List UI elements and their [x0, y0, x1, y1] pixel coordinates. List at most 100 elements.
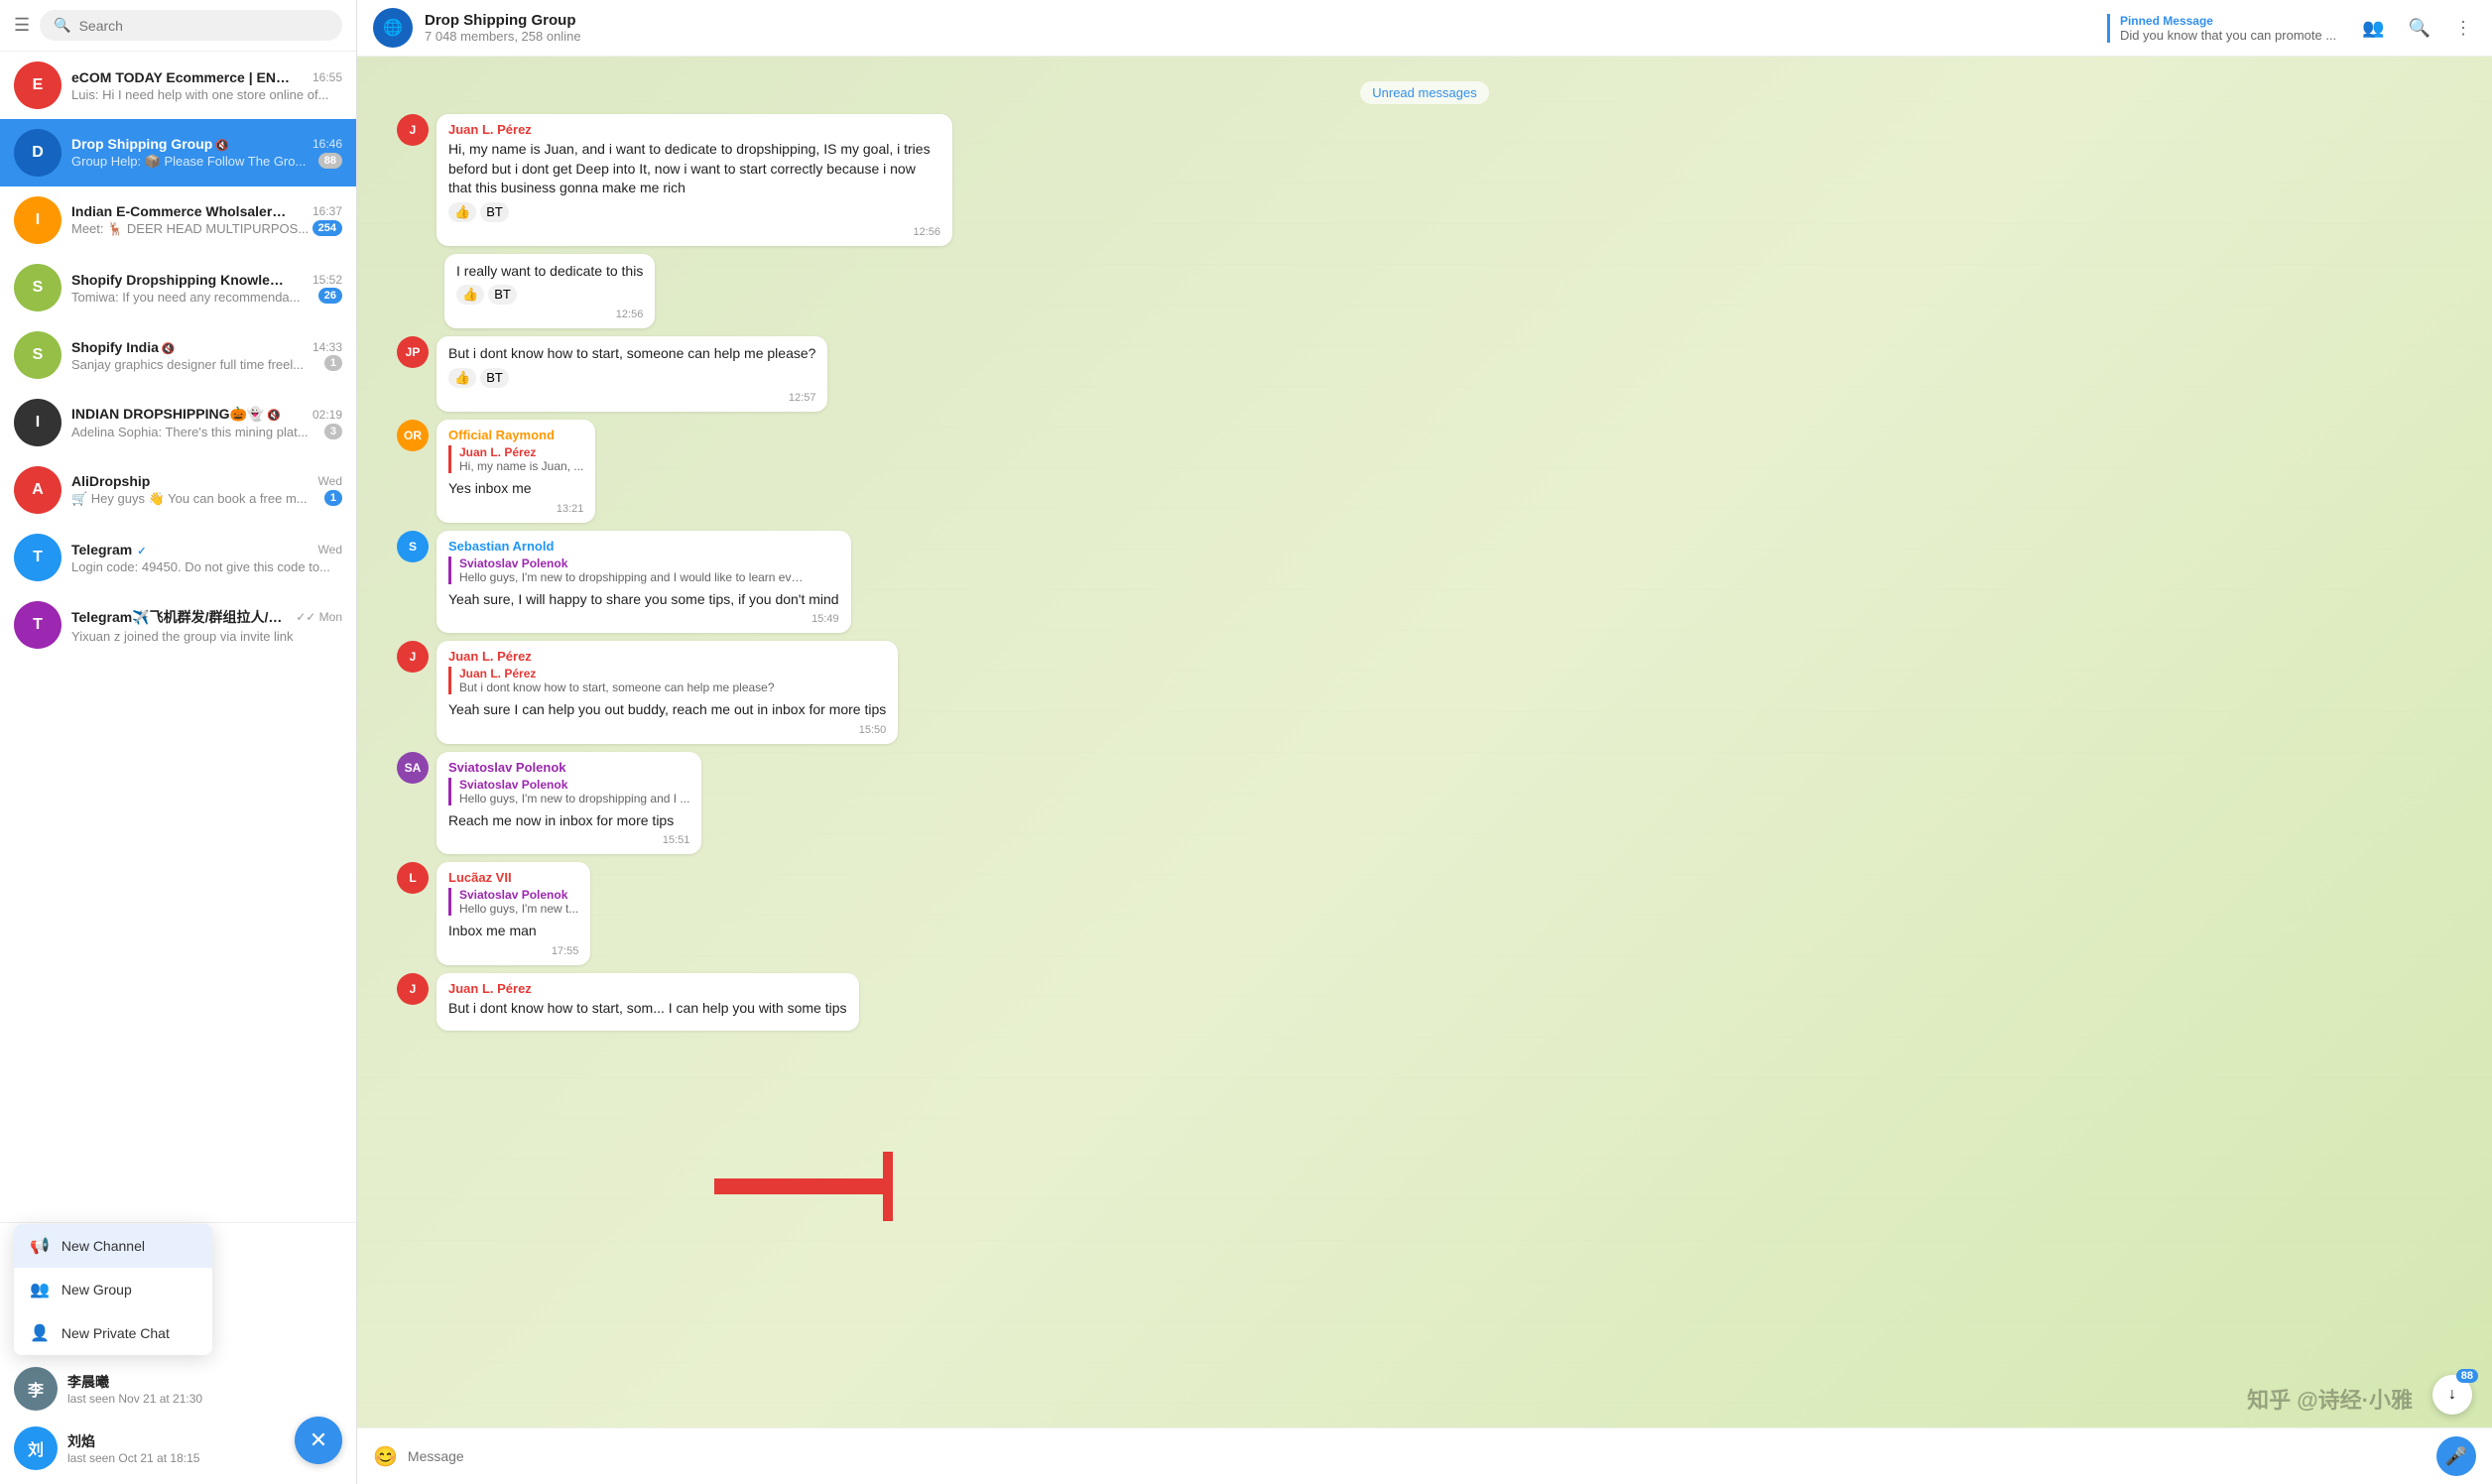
reaction[interactable]: 👍 [448, 202, 476, 222]
search-input[interactable] [79, 18, 328, 34]
msg-avatar: OR [397, 420, 429, 451]
contact-item-li[interactable]: 李李晨曦last seen Nov 21 at 21:30 [14, 1359, 342, 1419]
chat-item-telegram[interactable]: T Telegram ✓ Wed Login code: 49450. Do not … [0, 524, 356, 591]
chat-avatar: I [14, 399, 62, 446]
chat-name: Drop Shipping Group [425, 12, 1254, 29]
msg-reply[interactable]: Juan L. PérezHi, my name is Juan, ... [448, 445, 583, 473]
reaction[interactable]: BT [488, 285, 517, 305]
emoji-icon[interactable]: 😊 [373, 1444, 398, 1469]
msg-reply[interactable]: Sviatoslav PolenokHello guys, I'm new to… [448, 556, 839, 584]
chat-item-dropshipping[interactable]: DDrop Shipping Group🔇16:46Group Help: 📦 … [0, 119, 356, 186]
chat-time: Wed [318, 543, 342, 556]
mic-button[interactable]: 🎤 [2436, 1436, 2476, 1476]
chat-item-ecom[interactable]: EeCOM TODAY Ecommerce | ENG C...16:55Lui… [0, 52, 356, 119]
message-bubble: Official RaymondJuan L. PérezHi, my name… [436, 420, 595, 523]
new-private-icon: 👤 [30, 1323, 50, 1343]
msg-time: 12:56 [913, 226, 940, 238]
chat-item-shopify-india[interactable]: SShopify India🔇14:33Sanjay graphics desi… [0, 321, 356, 389]
muted-icon: 🔇 [215, 140, 229, 152]
dropdown-item-new-private[interactable]: 👤New Private Chat [14, 1311, 212, 1355]
chat-name: Telegram ✓ [71, 542, 147, 557]
reaction[interactable]: BT [480, 202, 509, 222]
chat-avatar[interactable]: 🌐 [373, 8, 413, 48]
message-group-msg2: I really want to dedicate to this👍BT12:5… [397, 254, 2452, 329]
msg-footer: 15:51 [448, 834, 689, 846]
chat-item-indian-drop[interactable]: IINDIAN DROPSHIPPING🎃👻🔇02:19Adelina Soph… [0, 389, 356, 456]
compose-button[interactable]: ✕ [295, 1417, 342, 1464]
header-actions: 👥 🔍 ⋮ [2358, 14, 2476, 43]
chat-subtitle: 7 048 members, 258 online [425, 29, 1254, 44]
contact-name: 李晨曦 [67, 1372, 202, 1392]
search-box[interactable]: 🔍 [40, 10, 342, 41]
chat-item-flight[interactable]: TTelegram✈️飞机群发/群组拉人/群...✓✓ MonYixuan z … [0, 591, 356, 659]
contact-avatar: 李 [14, 1367, 58, 1411]
reaction[interactable]: BT [480, 368, 509, 388]
msg-avatar: L [397, 862, 429, 894]
chat-info: AliDropshipWed🛒 Hey guys 👋 You can book … [71, 473, 342, 507]
chat-time: Wed [318, 474, 342, 488]
contact-status: last seen Nov 21 at 21:30 [67, 1392, 202, 1406]
chat-info: Shopify Dropshipping Knowledge ...15:52T… [71, 272, 342, 305]
msg-reactions: 👍BT [448, 202, 940, 222]
message-group-msg8: LLucãaz VIISviatoslav PolenokHello guys,… [397, 862, 2452, 965]
msg-time: 17:55 [552, 945, 579, 957]
chat-name: Shopify Dropshipping Knowledge ... [71, 272, 290, 288]
msg-time: 15:49 [811, 613, 839, 625]
chat-time: 14:33 [312, 340, 342, 354]
message-bubble: I really want to dedicate to this👍BT12:5… [444, 254, 655, 329]
chat-avatar: T [14, 534, 62, 581]
chat-badge: 1 [324, 490, 342, 506]
scroll-to-bottom[interactable]: 88 ↓ [2432, 1375, 2472, 1415]
msg-reply-author: Sviatoslav Polenok [459, 778, 689, 792]
search-chat-icon[interactable]: 🔍 [2405, 14, 2434, 43]
members-icon[interactable]: 👥 [2358, 14, 2388, 43]
msg-text: But i dont know how to start, som... I c… [448, 999, 847, 1019]
chat-avatar: T [14, 601, 62, 649]
message-group-msg3: JPBut i dont know how to start, someone … [397, 336, 2452, 412]
pinned-message[interactable]: Pinned Message Did you know that you can… [2107, 14, 2336, 43]
reaction[interactable]: 👍 [448, 368, 476, 388]
watermark: 知乎 @诗经·小雅 [2247, 1383, 2413, 1415]
verified-icon: ✓ [134, 546, 146, 557]
reaction[interactable]: 👍 [456, 285, 484, 305]
msg-reply-author: Juan L. Pérez [459, 667, 886, 680]
message-group-msg6: JJuan L. PérezJuan L. PérezBut i dont kn… [397, 641, 2452, 744]
pinned-label: Pinned Message [2120, 14, 2336, 28]
dropdown-item-new-channel[interactable]: 📢New Channel [14, 1224, 212, 1268]
chat-preview: Sanjay graphics designer full time freel… [71, 357, 304, 372]
chat-preview: Luis: Hi I need help with one store onli… [71, 87, 328, 102]
msg-text: Yeah sure I can help you out buddy, reac… [448, 700, 886, 720]
scroll-badge: 88 [2456, 1369, 2478, 1383]
chat-item-shopify-know[interactable]: SShopify Dropshipping Knowledge ...15:52… [0, 254, 356, 321]
message-input[interactable] [408, 1442, 2427, 1470]
chat-name: Drop Shipping Group🔇 [71, 136, 229, 152]
chat-preview: Adelina Sophia: There's this mining plat… [71, 425, 309, 439]
chat-preview: Yixuan z joined the group via invite lin… [71, 629, 294, 644]
muted-icon: 🔇 [162, 343, 176, 355]
chat-preview: Group Help: 📦 Please Follow The Gro... [71, 154, 306, 170]
msg-footer: 17:55 [448, 945, 578, 957]
msg-time: 12:57 [789, 392, 816, 404]
hamburger-icon[interactable]: ☰ [14, 15, 30, 36]
chat-time: 02:19 [312, 408, 342, 422]
msg-reply-text: Hi, my name is Juan, ... [459, 459, 583, 473]
chat-item-indian-ecom[interactable]: IIndian E-Commerce Wholsaler B2...16:37M… [0, 186, 356, 254]
message-bubble: Juan L. PérezBut i dont know how to star… [436, 973, 859, 1031]
msg-avatar: J [397, 973, 429, 1005]
scroll-button-inner[interactable]: 88 ↓ [2432, 1375, 2472, 1415]
msg-reply[interactable]: Sviatoslav PolenokHello guys, I'm new to… [448, 778, 689, 805]
chat-item-alidropship[interactable]: AAliDropshipWed🛒 Hey guys 👋 You can book… [0, 456, 356, 524]
msg-reply-author: Sviatoslav Polenok [459, 556, 839, 570]
chat-preview: Login code: 49450. Do not give this code… [71, 559, 330, 574]
contact-item-liu[interactable]: 刘刘焰last seen Oct 21 at 18:15 [14, 1419, 342, 1478]
chat-time: 16:55 [312, 70, 342, 84]
more-options-icon[interactable]: ⋮ [2450, 14, 2476, 43]
msg-text: Inbox me man [448, 922, 578, 941]
msg-reply[interactable]: Juan L. PérezBut i dont know how to star… [448, 667, 886, 694]
chat-badge: 26 [318, 288, 342, 304]
msg-reply[interactable]: Sviatoslav PolenokHello guys, I'm new t.… [448, 888, 578, 916]
dropdown-item-new-group[interactable]: 👥New Group [14, 1268, 212, 1311]
msg-footer: 15:49 [448, 613, 839, 625]
msg-footer: 12:56 [448, 226, 940, 238]
new-channel-icon: 📢 [30, 1236, 50, 1256]
